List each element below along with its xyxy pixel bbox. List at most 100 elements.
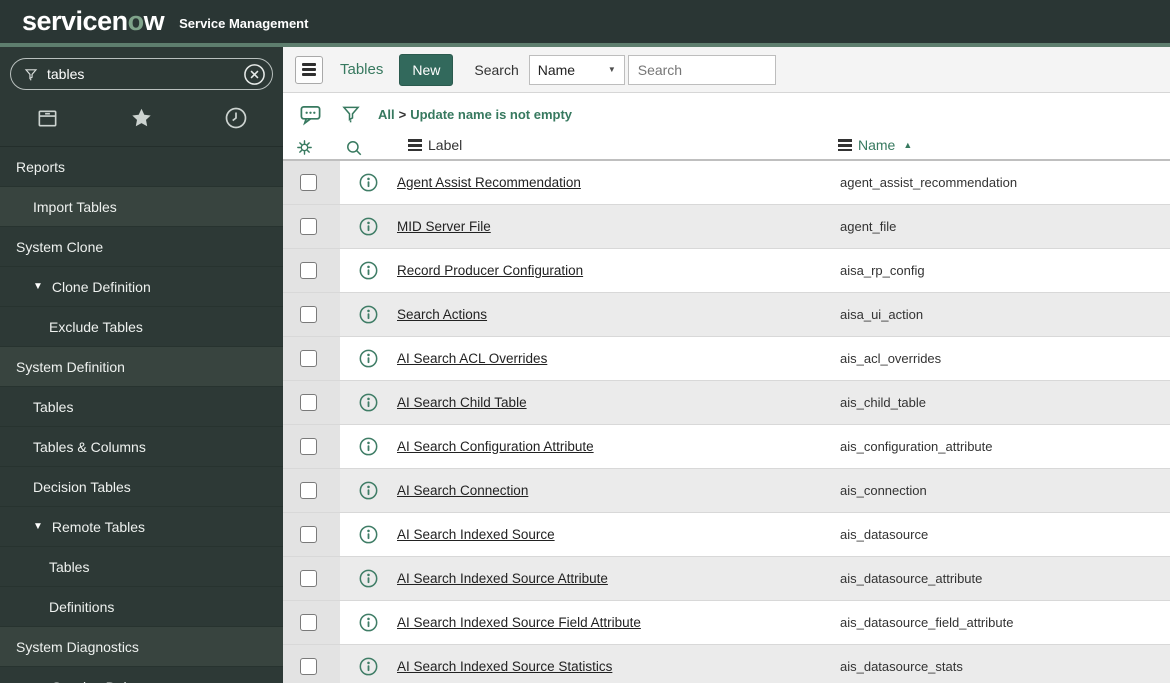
row-info-cell <box>340 657 397 676</box>
list-search-input[interactable] <box>627 54 776 85</box>
record-name-value: ais_datasource_attribute <box>840 571 983 586</box>
row-checkbox[interactable] <box>300 570 317 587</box>
info-icon[interactable] <box>359 305 378 324</box>
clear-filter-icon[interactable] <box>242 62 266 86</box>
row-checkbox[interactable] <box>300 658 317 675</box>
sidebar-item-system-diagnostics[interactable]: System Diagnostics <box>0 627 283 667</box>
record-label-link[interactable]: Record Producer Configuration <box>397 263 583 278</box>
row-checkbox-cell <box>283 161 340 204</box>
info-icon[interactable] <box>359 657 378 676</box>
row-checkbox-cell <box>283 249 340 292</box>
info-icon[interactable] <box>359 261 378 280</box>
record-label-link[interactable]: AI Search Configuration Attribute <box>397 439 594 454</box>
table-row: Search Actions aisa_ui_action <box>283 293 1170 337</box>
label-cell: AI Search Indexed Source Attribute <box>397 570 840 588</box>
column-header-name[interactable]: Name ▲ <box>838 137 912 154</box>
record-label-link[interactable]: MID Server File <box>397 219 491 234</box>
sidebar-item-decision-tables[interactable]: Decision Tables <box>0 467 283 507</box>
row-checkbox[interactable] <box>300 614 317 631</box>
row-info-cell <box>340 569 397 588</box>
column-search-button[interactable] <box>345 139 363 162</box>
row-checkbox-cell <box>283 293 340 336</box>
label-cell: MID Server File <box>397 218 840 236</box>
breadcrumb: All > Update name is not empty <box>378 107 572 122</box>
record-label-link[interactable]: AI Search Child Table <box>397 395 527 410</box>
row-checkbox[interactable] <box>300 438 317 455</box>
sidebar-item-tables[interactable]: Tables <box>0 547 283 587</box>
record-label-link[interactable]: Agent Assist Recommendation <box>397 175 581 190</box>
new-record-button[interactable]: New <box>399 53 454 86</box>
navigator-filter-input[interactable] <box>47 66 242 82</box>
sidebar-item-import-tables[interactable]: Import Tables <box>0 187 283 227</box>
sidebar-item-reports[interactable]: Reports <box>0 147 283 187</box>
table-row: AI Search Indexed Source ais_datasource <box>283 513 1170 557</box>
row-checkbox[interactable] <box>300 350 317 367</box>
record-label-link[interactable]: AI Search Connection <box>397 483 528 498</box>
list-view: Tables New Search Name ▼ All>Update name… <box>283 47 1170 683</box>
tab-favorites[interactable] <box>94 106 188 130</box>
sidebar-item-remote-tables[interactable]: ▼ Remote Tables <box>0 507 283 547</box>
info-icon[interactable] <box>359 217 378 236</box>
record-label-link[interactable]: Search Actions <box>397 307 487 322</box>
table-row: AI Search ACL Overrides ais_acl_overrides <box>283 337 1170 381</box>
sidebar-item-label: Import Tables <box>33 198 117 215</box>
breadcrumb-condition-link[interactable]: Update name is not empty <box>410 107 572 122</box>
record-label-link[interactable]: AI Search Indexed Source <box>397 527 555 542</box>
expanded-caret-icon[interactable]: ▼ <box>33 281 43 292</box>
info-icon[interactable] <box>359 569 378 588</box>
list-title-link[interactable]: Tables <box>340 61 383 78</box>
row-info-cell <box>340 173 397 192</box>
personalize-list-gear-button[interactable] <box>296 139 313 161</box>
info-icon[interactable] <box>359 525 378 544</box>
list-chat-button[interactable] <box>299 103 322 126</box>
label-cell: AI Search Indexed Source <box>397 526 840 544</box>
row-checkbox[interactable] <box>300 218 317 235</box>
column-header-label[interactable]: Label <box>408 137 462 154</box>
expanded-caret-icon[interactable]: ▼ <box>33 521 43 532</box>
sidebar-item-session-debug[interactable]: ▼Session Debug <box>0 667 283 683</box>
row-checkbox[interactable] <box>300 482 317 499</box>
filter-button[interactable] <box>341 103 361 125</box>
record-label-link[interactable]: AI Search Indexed Source Attribute <box>397 571 608 586</box>
row-checkbox-cell <box>283 601 340 644</box>
breadcrumb-all-link[interactable]: All <box>378 107 395 122</box>
tab-history[interactable] <box>189 106 283 130</box>
info-icon[interactable] <box>359 393 378 412</box>
sidebar-item-tables[interactable]: Tables <box>0 387 283 427</box>
info-icon[interactable] <box>359 437 378 456</box>
label-cell: AI Search Configuration Attribute <box>397 438 840 456</box>
table-row: AI Search Indexed Source Statistics ais_d… <box>283 645 1170 683</box>
sidebar-item-definitions[interactable]: Definitions <box>0 587 283 627</box>
sidebar-item-system-definition[interactable]: System Definition <box>0 347 283 387</box>
record-name-value: ais_datasource_field_attribute <box>840 615 1014 630</box>
sidebar-item-label: Tables <box>33 398 74 415</box>
record-label-link[interactable]: AI Search Indexed Source Statistics <box>397 659 612 674</box>
row-info-cell <box>340 525 397 544</box>
record-label-link[interactable]: AI Search ACL Overrides <box>397 351 547 366</box>
list-context-menu-button[interactable] <box>295 55 323 84</box>
search-field-select[interactable]: Name ▼ <box>528 54 625 85</box>
sidebar-item-label: System Diagnostics <box>16 638 139 655</box>
record-label-link[interactable]: AI Search Indexed Source Field Attribute <box>397 615 641 630</box>
row-checkbox[interactable] <box>300 174 317 191</box>
tab-all-applications[interactable] <box>0 107 94 130</box>
sidebar-item-exclude-tables[interactable]: Exclude Tables <box>0 307 283 347</box>
row-info-cell <box>340 393 397 412</box>
info-icon[interactable] <box>359 173 378 192</box>
row-checkbox[interactable] <box>300 526 317 543</box>
record-name-value: ais_acl_overrides <box>840 351 942 366</box>
row-checkbox[interactable] <box>300 394 317 411</box>
info-icon[interactable] <box>359 613 378 632</box>
column-menu-icon <box>408 137 422 154</box>
row-checkbox[interactable] <box>300 262 317 279</box>
sidebar-item-clone-definition[interactable]: ▼ Clone Definition <box>0 267 283 307</box>
logo-text-end: w <box>143 6 165 36</box>
navigator-filter-box[interactable] <box>10 58 273 90</box>
info-icon[interactable] <box>359 481 378 500</box>
sidebar-item-system-clone[interactable]: System Clone <box>0 227 283 267</box>
breadcrumb-funnel-icon <box>342 106 360 123</box>
info-icon[interactable] <box>359 349 378 368</box>
sidebar-item-tables-columns[interactable]: Tables & Columns <box>0 427 283 467</box>
search-label: Search <box>474 61 519 78</box>
row-checkbox[interactable] <box>300 306 317 323</box>
